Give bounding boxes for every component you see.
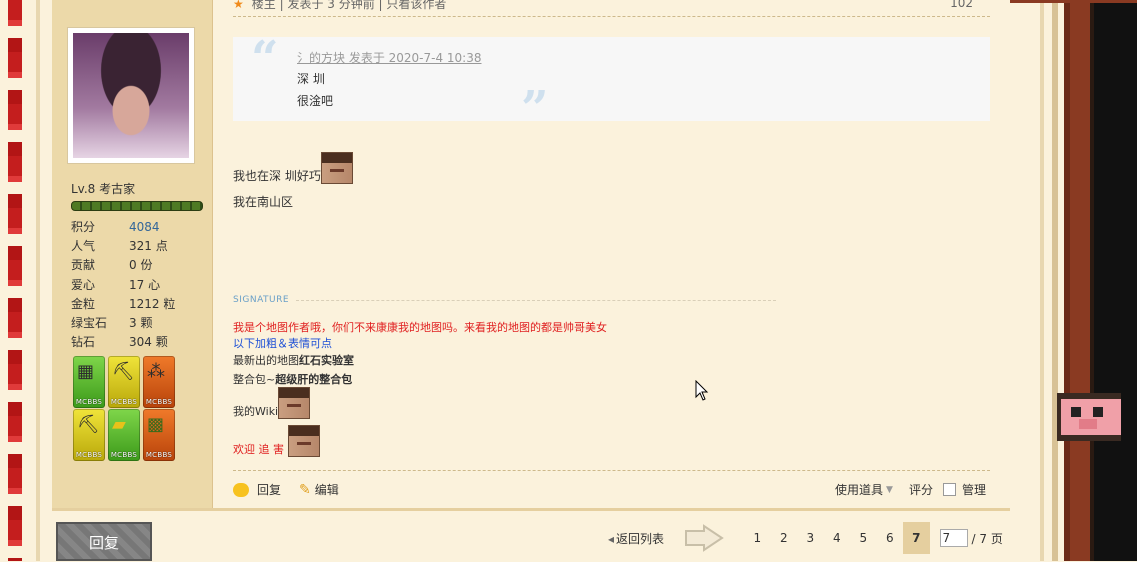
- floor-number[interactable]: 102: [950, 0, 973, 10]
- chevron-down-icon[interactable]: ▼: [886, 485, 893, 495]
- right-decor-frame: [1010, 0, 1137, 561]
- edit-action[interactable]: 编辑: [315, 481, 339, 498]
- post-actions: 回复 ✎ 编辑: [233, 481, 339, 498]
- pencil-icon[interactable]: ✎: [299, 482, 311, 498]
- page-number-input[interactable]: 7: [939, 529, 968, 547]
- signature-line: 我是个地图作者哦，你们不来康康我的地图吗。来看我的地图的都是帅哥美女: [233, 321, 607, 334]
- steve-face-emoji-icon[interactable]: [278, 387, 311, 419]
- stat-value: 1212 粒: [129, 296, 176, 311]
- stat-row: 积分 4084: [71, 217, 175, 236]
- stat-label: 贡献: [71, 258, 96, 273]
- post-meta-text: 楼主 | 发表于 3 分钟前 | 只看该作者: [251, 0, 447, 11]
- rate-action[interactable]: 评分: [909, 481, 933, 498]
- manage-checkbox[interactable]: [942, 483, 956, 496]
- map-link[interactable]: 红石实验室: [299, 354, 354, 367]
- stat-label: 人气: [71, 239, 96, 254]
- star-icon: ★: [233, 0, 244, 11]
- message-line: 我也在深 圳好巧: [233, 152, 353, 184]
- medal-leaves-icon[interactable]: ▩ MCBBS: [143, 409, 175, 461]
- pagination: 返回列表 1 2 3 4 5 6 7 7 / 7 页: [608, 522, 1003, 554]
- user-level[interactable]: Lv.8 考古家: [71, 180, 135, 197]
- quote-text: 很淦吧: [297, 94, 334, 108]
- page-link[interactable]: 2: [771, 522, 798, 554]
- message-text: 我也在深 圳好巧: [233, 169, 321, 183]
- stat-value: 321 点: [129, 239, 168, 254]
- steve-face-emoji-icon: [320, 152, 353, 184]
- signature-heading: SIGNATURE: [233, 295, 290, 305]
- stat-value: 17 心: [129, 277, 161, 292]
- left-decor-border: [0, 0, 52, 561]
- medal-pickaxe-icon[interactable]: ⛏ MCBBS: [73, 409, 105, 461]
- divider: [233, 470, 990, 471]
- pig-scroll-top-icon[interactable]: [1057, 393, 1121, 441]
- stat-row: 金粒 1212 粒: [71, 294, 175, 313]
- stat-value: 0 份: [129, 258, 153, 273]
- stat-label: 金粒: [71, 296, 96, 311]
- right-decor-top: [1010, 0, 1137, 3]
- medal-grid: ▦ MCBBS ⛏ MCBBS ⁂ MCBBS ⛏ MCBBS ▰ MCBBS ▩ MCBB…: [73, 356, 177, 461]
- stat-label: 绿宝石: [71, 316, 108, 331]
- page-total: / 7 页: [971, 531, 1003, 546]
- avatar-image: [73, 33, 189, 158]
- next-thread-arrow-icon[interactable]: [682, 523, 734, 553]
- stat-label: 钻石: [71, 335, 96, 350]
- divider: [233, 16, 990, 17]
- stat-value: 304 颗: [129, 335, 168, 350]
- modpack-link[interactable]: 超级肝的整合包: [275, 373, 352, 386]
- quote-text: 深 圳: [297, 72, 325, 86]
- signature-divider: [296, 300, 776, 301]
- signature-text: 最新出的地图: [233, 354, 299, 367]
- stat-value: 3 颗: [129, 316, 153, 331]
- left-divider-line: [36, 0, 40, 561]
- signature-line: 最新出的地图红石实验室: [233, 352, 354, 368]
- stat-label: 积分: [71, 220, 96, 235]
- close-quote-icon: ”: [521, 81, 549, 137]
- signature-line: 以下加粗＆表情可点: [233, 337, 332, 350]
- stat-row: 绿宝石 3 颗: [71, 313, 175, 332]
- page-link[interactable]: 1: [744, 522, 771, 554]
- signature-line: 我的Wiki: [233, 387, 311, 419]
- page-link[interactable]: 4: [824, 522, 851, 554]
- stat-row: 爱心 17 心: [71, 275, 175, 294]
- stat-label: 爱心: [71, 277, 96, 292]
- left-red-stripe: [8, 0, 22, 561]
- follow-link[interactable]: 欢迎 追 害: [233, 443, 284, 456]
- reply-action[interactable]: 回复: [257, 481, 281, 498]
- page-link-current[interactable]: 7: [903, 522, 930, 554]
- signature-text: 整合包~: [233, 373, 276, 386]
- open-quote-icon: “: [251, 31, 279, 87]
- reply-button[interactable]: 回复: [56, 522, 152, 561]
- manage-label[interactable]: 管理: [962, 481, 986, 498]
- signature-line: 欢迎 追 害: [233, 425, 320, 457]
- level-progress-bar: [71, 201, 203, 211]
- post-actions-right: 使用道具 ▼ 评分 管理: [835, 481, 986, 498]
- stat-row: 贡献 0 份: [71, 255, 175, 274]
- medal-seeds-icon[interactable]: ⁂ MCBBS: [143, 356, 175, 408]
- quote-author-link[interactable]: 氵的方块 发表于 2020-7-4 10:38: [297, 49, 482, 66]
- back-to-list-link[interactable]: 返回列表: [608, 530, 664, 547]
- page-link[interactable]: 3: [797, 522, 824, 554]
- user-stats: 积分 4084 人气 321 点 贡献 0 份 爱心 17 心 金粒 1212 粒 绿宝石…: [71, 217, 175, 351]
- avatar[interactable]: [67, 27, 195, 164]
- wiki-link[interactable]: 我的Wiki: [233, 405, 278, 418]
- mouse-cursor-icon: [695, 380, 709, 401]
- message-text: 我在南山区: [233, 195, 294, 209]
- post-meta: ★ 楼主 | 发表于 3 分钟前 | 只看该作者: [233, 0, 446, 12]
- page-link[interactable]: 5: [850, 522, 877, 554]
- medal-map-icon[interactable]: ▦ MCBBS: [73, 356, 105, 408]
- stat-value-points[interactable]: 4084: [129, 220, 160, 234]
- signature-line: 整合包~超级肝的整合包: [233, 371, 352, 387]
- stat-row: 钻石 304 颗: [71, 332, 175, 351]
- user-info-column: Lv.8 考古家 积分 4084 人气 321 点 贡献 0 份 爱心 17 心 金粒 1…: [52, 0, 213, 508]
- quote-block: “ 氵的方块 发表于 2020-7-4 10:38 深 圳 很淦吧 ”: [233, 31, 990, 137]
- stat-row: 人气 321 点: [71, 236, 175, 255]
- post-bottom-rule: [52, 508, 1010, 511]
- medal-pickaxe-icon[interactable]: ⛏ MCBBS: [108, 356, 140, 408]
- use-item-menu[interactable]: 使用道具: [835, 481, 883, 498]
- steve-face-emoji-icon[interactable]: [287, 425, 320, 457]
- page-link[interactable]: 6: [877, 522, 904, 554]
- reply-bubble-icon[interactable]: [233, 482, 249, 497]
- medal-gold-ingot-icon[interactable]: ▰ MCBBS: [108, 409, 140, 461]
